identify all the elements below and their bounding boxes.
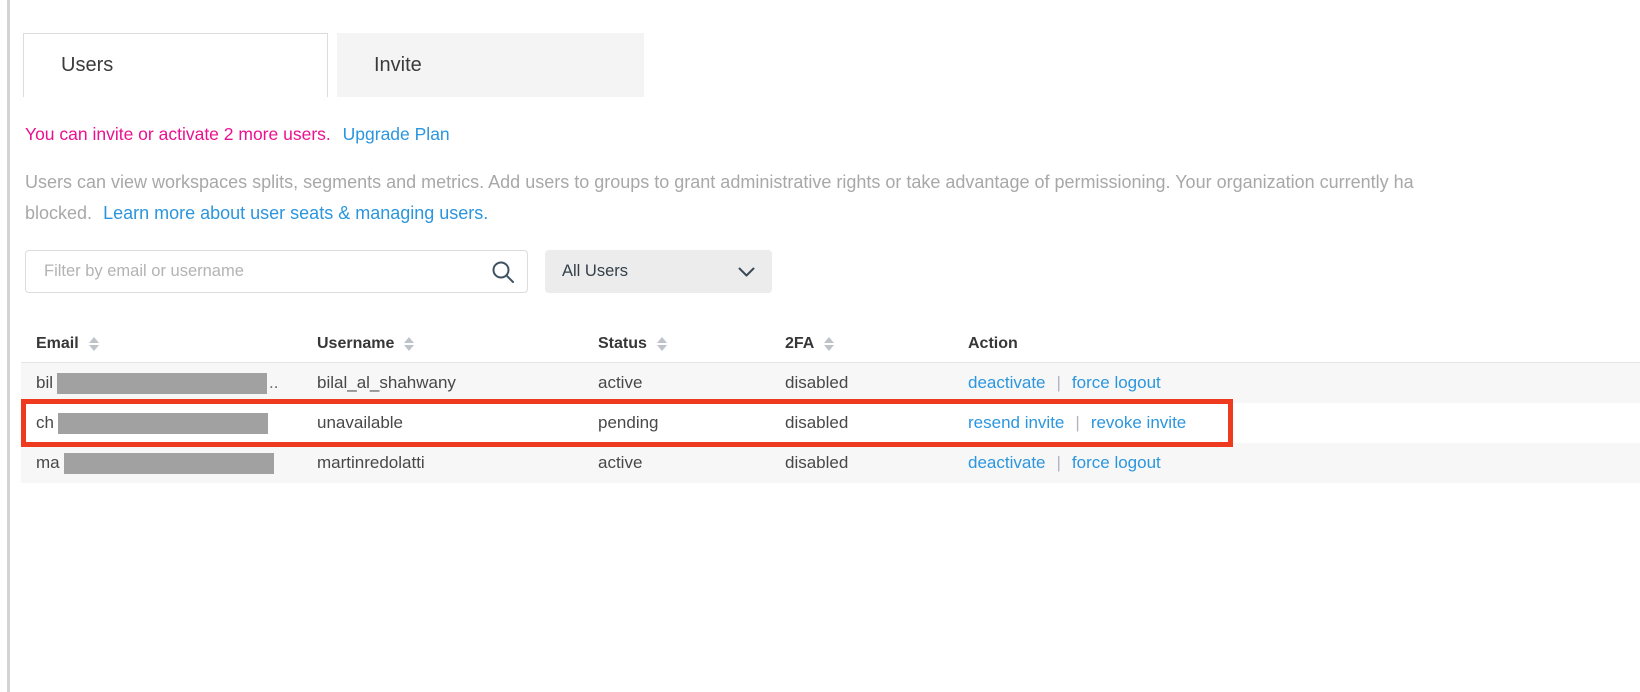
column-header-email-label: Email [36,335,79,353]
column-header-2fa[interactable]: 2FA [785,335,968,353]
description-line2: blocked. Learn more about user seats & m… [25,198,1640,229]
email-redaction-box [57,373,267,394]
tab-invite-label: Invite [374,54,422,77]
filter-input[interactable] [25,250,528,293]
search-icon[interactable] [490,259,516,285]
username-cell: bilal_al_shahwany [317,373,598,393]
sort-icon[interactable] [404,337,414,351]
table-row-highlighted: ch unavailable pending disabled resend i… [21,403,1640,443]
user-filter-dropdown[interactable]: All Users [545,250,772,293]
table-row: ma martinredolatti active disabled deact… [21,443,1640,483]
learn-more-link[interactable]: Learn more about user seats & managing u… [103,203,488,223]
status-cell: active [598,453,785,473]
email-cell: ch [21,413,317,434]
table-header-row: Email Username Status 2FA Action [21,325,1640,363]
email-redaction-box [58,413,268,434]
resend-invite-link[interactable]: resend invite [968,413,1064,433]
tab-users-label: Users [61,54,113,77]
2fa-cell: disabled [785,413,968,433]
username-cell: martinredolatti [317,453,598,473]
column-header-email[interactable]: Email [21,335,317,353]
email-visible-prefix: ma [36,453,60,473]
column-header-username-label: Username [317,335,394,353]
users-table: Email Username Status 2FA Action bil .. … [21,325,1640,483]
action-separator: | [1075,413,1079,433]
column-header-username[interactable]: Username [317,335,598,353]
action-cell: resend invite | revoke invite [968,413,1640,433]
email-cell: bil .. [21,373,317,394]
tab-users[interactable]: Users [23,33,328,97]
description-line1: Users can view workspaces splits, segmen… [25,167,1640,198]
column-header-action: Action [968,335,1640,353]
filter-input-wrap [25,250,528,293]
action-cell: deactivate | force logout [968,373,1640,393]
column-header-status-label: Status [598,335,647,353]
tab-bar: Users Invite [23,33,644,97]
force-logout-link[interactable]: force logout [1072,373,1161,393]
status-cell: pending [598,413,785,433]
email-truncation: .. [269,373,278,393]
status-cell: active [598,373,785,393]
sort-icon[interactable] [824,337,834,351]
action-separator: | [1057,373,1061,393]
2fa-cell: disabled [785,453,968,473]
tab-invite[interactable]: Invite [337,33,644,97]
users-description: Users can view workspaces splits, segmen… [25,167,1640,229]
table-row: bil .. bilal_al_shahwany active disabled… [21,363,1640,403]
action-separator: | [1057,453,1061,473]
revoke-invite-link[interactable]: revoke invite [1091,413,1186,433]
seats-notice: You can invite or activate 2 more users.… [25,124,450,145]
email-visible-prefix: bil [36,373,53,393]
sort-icon[interactable] [657,337,667,351]
page-left-edge-divider [7,0,10,692]
action-cell: deactivate | force logout [968,453,1640,473]
description-line2-prefix: blocked. [25,203,92,223]
column-header-action-label: Action [968,335,1018,353]
username-cell: unavailable [317,413,598,433]
seats-notice-message: You can invite or activate 2 more users. [25,124,331,144]
column-header-status[interactable]: Status [598,335,785,353]
upgrade-plan-link[interactable]: Upgrade Plan [343,124,450,144]
deactivate-link[interactable]: deactivate [968,453,1046,473]
force-logout-link[interactable]: force logout [1072,453,1161,473]
deactivate-link[interactable]: deactivate [968,373,1046,393]
email-cell: ma [21,453,317,474]
2fa-cell: disabled [785,373,968,393]
email-redaction-box [64,453,274,474]
column-header-2fa-label: 2FA [785,335,814,353]
sort-icon[interactable] [89,337,99,351]
email-visible-prefix: ch [36,413,54,433]
user-filter-dropdown-value: All Users [562,262,628,281]
chevron-down-icon [738,267,755,277]
